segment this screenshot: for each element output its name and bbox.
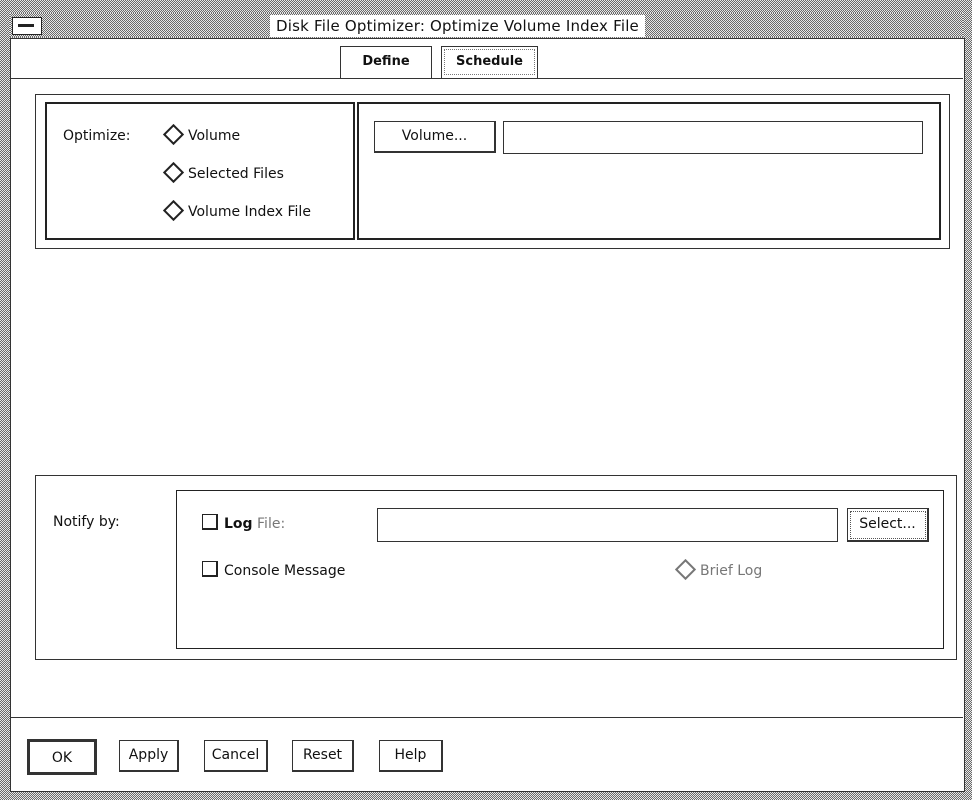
tab-divider (11, 78, 963, 79)
radio-selected-files-label: Selected Files (188, 166, 284, 182)
checkbox-log-file[interactable]: Log File: (202, 514, 286, 532)
log-file-label: File: (257, 516, 286, 532)
optimize-label: Optimize: (63, 128, 131, 144)
ok-button[interactable]: OK (27, 739, 97, 775)
radio-brief-log[interactable]: Brief Log (674, 558, 763, 580)
tab-schedule[interactable]: Schedule (441, 46, 538, 78)
reset-button[interactable]: Reset (292, 740, 354, 772)
log-file-input[interactable] (377, 508, 838, 542)
window-menu-button[interactable] (12, 17, 42, 35)
footer-divider (11, 717, 963, 718)
radio-volume-index-file[interactable]: Volume Index File (162, 199, 311, 221)
checkbox-console-message[interactable]: Console Message (202, 561, 346, 579)
volume-input[interactable] (503, 121, 923, 154)
select-button[interactable]: Select... (847, 508, 929, 542)
window-title: Disk File Optimizer: Optimize Volume Ind… (270, 15, 645, 37)
checkbox-icon (202, 561, 218, 577)
brief-log-label: Brief Log (700, 563, 763, 579)
notify-label: Notify by: (53, 514, 120, 530)
console-message-label: Console Message (224, 563, 346, 579)
help-button[interactable]: Help (379, 740, 443, 772)
checkbox-icon (202, 514, 218, 530)
tab-define[interactable]: Define (340, 46, 432, 78)
radio-volume[interactable]: Volume (162, 123, 241, 145)
apply-button[interactable]: Apply (119, 740, 179, 772)
cancel-button[interactable]: Cancel (204, 740, 268, 772)
volume-button[interactable]: Volume... (374, 121, 496, 153)
radio-volume-label: Volume (188, 128, 241, 144)
radio-volume-index-file-label: Volume Index File (188, 204, 311, 220)
log-file-prefix: Log (224, 516, 253, 532)
radio-selected-files[interactable]: Selected Files (162, 161, 284, 183)
